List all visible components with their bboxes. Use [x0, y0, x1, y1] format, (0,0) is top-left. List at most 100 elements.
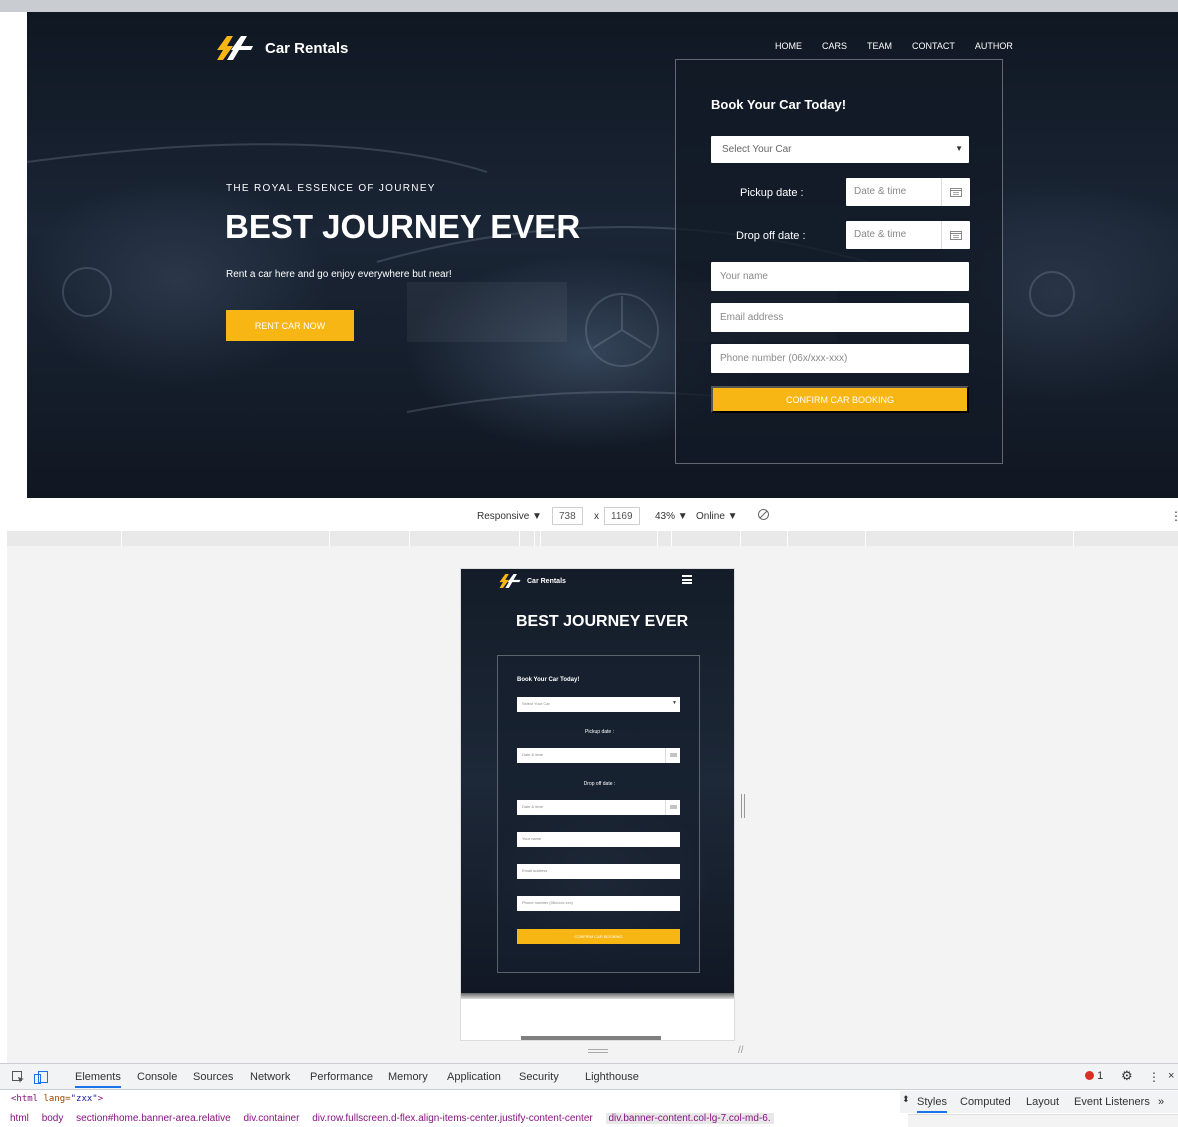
error-icon: [1085, 1071, 1094, 1080]
resize-handle-corner[interactable]: //: [738, 1045, 744, 1056]
dropoff-date-label: Drop off date :: [736, 230, 806, 242]
mobile-car-select[interactable]: Select Your Car ▼: [517, 697, 680, 712]
tab-computed[interactable]: Computed: [960, 1096, 1011, 1108]
mobile-dropoff-date-input[interactable]: Date & time: [517, 800, 680, 815]
network-throttle-select[interactable]: Online ▼: [696, 511, 738, 522]
error-count: 1: [1097, 1070, 1104, 1082]
calendar-icon[interactable]: [941, 221, 970, 249]
name-input[interactable]: Your name: [711, 262, 969, 291]
logo-icon: [217, 36, 253, 60]
tab-memory[interactable]: Memory: [388, 1071, 428, 1083]
device-mode-select[interactable]: Responsive ▼: [477, 511, 542, 522]
dimension-separator: x: [594, 511, 599, 522]
splitter-arrows-icon[interactable]: ⬍: [902, 1094, 910, 1105]
viewport-width-input[interactable]: 738: [552, 507, 583, 525]
zoom-value: 43%: [655, 511, 676, 522]
hero-description: Rent a car here and go enjoy everywhere …: [226, 269, 452, 280]
phone-input[interactable]: Phone number (06x/xxx-xxx): [711, 344, 969, 373]
pickup-date-placeholder: Date & time: [854, 186, 907, 197]
styles-scrollbar[interactable]: [908, 1114, 1178, 1127]
nav-home[interactable]: HOME: [775, 41, 802, 51]
resize-handle-bottom[interactable]: [588, 1049, 608, 1054]
dom-tag-close: >: [97, 1094, 104, 1104]
styles-pane-tabs: ⬍ Styles Computed Layout Event Listeners…: [900, 1091, 1178, 1113]
tab-console[interactable]: Console: [137, 1071, 177, 1083]
nav-author[interactable]: AUTHOR: [975, 41, 1013, 51]
dom-breadcrumb: html body section#home.banner-area.relat…: [0, 1112, 900, 1127]
media-query-ruler: [7, 531, 1178, 546]
error-counter[interactable]: 1: [1085, 1070, 1103, 1082]
calendar-icon[interactable]: [941, 178, 970, 206]
tab-lighthouse[interactable]: Lighthouse: [585, 1071, 639, 1083]
mobile-dropoff-label: Drop off date :: [583, 781, 616, 787]
viewport-height-input[interactable]: 1169: [604, 507, 640, 525]
tab-performance[interactable]: Performance: [310, 1071, 373, 1083]
pickup-date-input[interactable]: Date & time: [846, 178, 970, 206]
devtools-tab-bar: Elements Console Sources Network Perform…: [0, 1063, 1178, 1090]
inspect-element-icon[interactable]: [12, 1071, 25, 1087]
brand-logo[interactable]: Car Rentals: [217, 36, 348, 60]
mobile-email-input[interactable]: Email address: [517, 864, 680, 879]
mobile-booking-form: Book Your Car Today! Select Your Car ▼ P…: [497, 655, 700, 973]
nav-cars[interactable]: CARS: [822, 41, 847, 51]
mobile-form-title: Book Your Car Today!: [517, 677, 580, 683]
breadcrumb-html[interactable]: html: [10, 1113, 29, 1124]
mobile-name-input[interactable]: Your name: [517, 832, 680, 847]
logo-icon: [499, 574, 521, 588]
hero-title: BEST JOURNEY EVER: [225, 208, 581, 245]
hamburger-menu-icon[interactable]: [682, 575, 692, 584]
brand-name: Car Rentals: [265, 39, 349, 57]
pickup-date-label: Pickup date :: [740, 187, 804, 199]
zoom-select[interactable]: 43% ▼: [655, 511, 688, 522]
device-mode-value: Responsive: [477, 511, 530, 522]
tab-styles[interactable]: Styles: [917, 1096, 947, 1113]
tab-sources[interactable]: Sources: [193, 1071, 233, 1083]
dropoff-date-placeholder: Date & time: [854, 229, 907, 240]
mobile-brand-logo[interactable]: Car Rentals: [499, 574, 566, 588]
tab-elements[interactable]: Elements: [75, 1071, 121, 1088]
breadcrumb-container[interactable]: div.container: [243, 1113, 299, 1124]
kebab-menu-icon[interactable]: ⋮: [1170, 509, 1178, 523]
confirm-booking-button[interactable]: CONFIRM CAR BOOKING: [711, 386, 969, 413]
tab-event-listeners[interactable]: Event Listeners: [1074, 1096, 1150, 1108]
rotate-icon[interactable]: [757, 508, 770, 524]
more-tabs-icon[interactable]: »: [1158, 1096, 1164, 1108]
network-value: Online: [696, 511, 725, 522]
rent-car-button[interactable]: RENT CAR NOW: [226, 310, 354, 341]
device-toggle-icon[interactable]: [34, 1071, 48, 1087]
tab-application[interactable]: Application: [447, 1071, 501, 1083]
tab-network[interactable]: Network: [250, 1071, 290, 1083]
mobile-phone-input[interactable]: Phone number (06x/xxx-xxx): [517, 896, 680, 911]
next-section-heading-cutoff: [521, 1036, 661, 1040]
nav-contact[interactable]: CONTACT: [912, 41, 955, 51]
calendar-icon[interactable]: [665, 748, 680, 763]
car-select[interactable]: Select Your Car ▼: [711, 136, 969, 163]
breadcrumb-row[interactable]: div.row.fullscreen.d-flex.align-items-ce…: [312, 1113, 592, 1124]
mobile-confirm-booking-button[interactable]: CONFIRM CAR BOOKING: [517, 929, 680, 944]
nav-team[interactable]: TEAM: [867, 41, 892, 51]
breadcrumb-banner-content[interactable]: div.banner-content.col-lg-7.col-md-6.: [605, 1113, 774, 1124]
close-icon[interactable]: ×: [1168, 1070, 1174, 1082]
kebab-menu-icon[interactable]: ⋮: [1148, 1070, 1160, 1084]
email-input[interactable]: Email address: [711, 303, 969, 332]
dom-tree-line[interactable]: <html lang="zxx">: [11, 1094, 103, 1104]
breadcrumb-section[interactable]: section#home.banner-area.relative: [76, 1113, 231, 1124]
mobile-email-placeholder: Email address: [522, 868, 548, 873]
mobile-dropoff-placeholder: Date & time: [522, 804, 543, 809]
booking-form-title: Book Your Car Today!: [711, 97, 847, 112]
mobile-pickup-date-input[interactable]: Date & time: [517, 748, 680, 763]
mobile-brand-name: Car Rentals: [527, 577, 566, 585]
caret-down-icon: ▼: [955, 144, 963, 153]
car-background-illustration: [27, 143, 1075, 413]
mobile-car-select-value: Select Your Car: [522, 701, 550, 706]
gear-icon[interactable]: ⚙: [1121, 1068, 1133, 1084]
resize-handle-right[interactable]: [741, 794, 747, 818]
dropoff-date-input[interactable]: Date & time: [846, 221, 970, 249]
browser-top-strip: [0, 0, 1178, 12]
breadcrumb-body[interactable]: body: [42, 1113, 64, 1124]
name-placeholder: Your name: [720, 271, 768, 282]
tab-layout[interactable]: Layout: [1026, 1096, 1059, 1108]
mobile-phone-placeholder: Phone number (06x/xxx-xxx): [522, 900, 573, 905]
tab-security[interactable]: Security: [519, 1071, 559, 1083]
calendar-icon[interactable]: [665, 800, 680, 815]
